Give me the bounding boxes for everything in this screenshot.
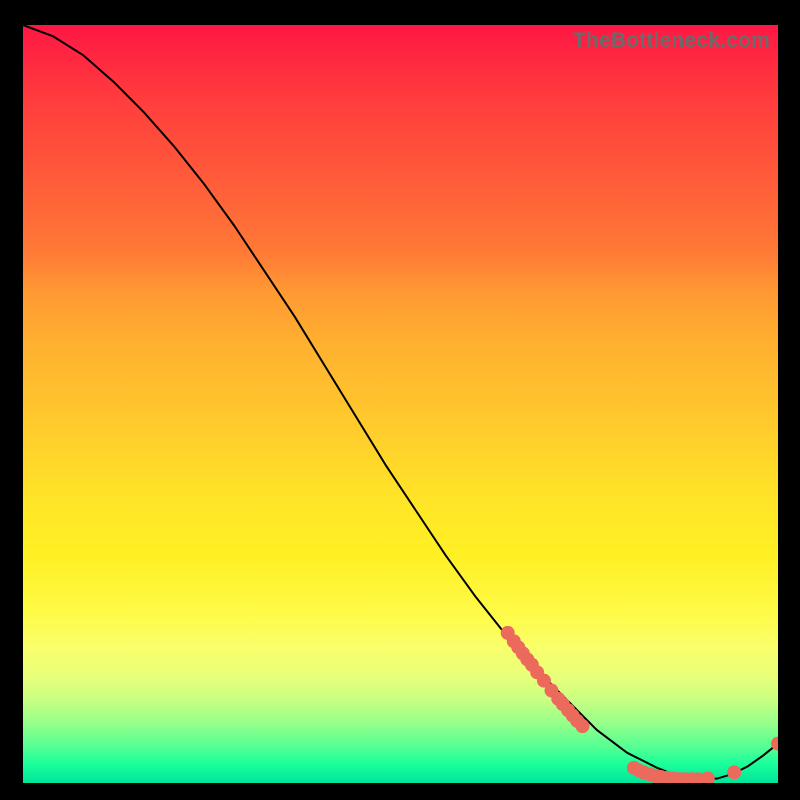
watermark-text: TheBottleneck.com bbox=[573, 29, 770, 53]
marker-point bbox=[727, 765, 741, 779]
chart-container: TheBottleneck.com bbox=[0, 0, 800, 800]
bottleneck-curve bbox=[23, 25, 778, 779]
chart-svg bbox=[23, 25, 778, 783]
plot-area: TheBottleneck.com bbox=[23, 25, 778, 783]
marker-point bbox=[575, 719, 589, 733]
marker-point bbox=[701, 771, 715, 783]
